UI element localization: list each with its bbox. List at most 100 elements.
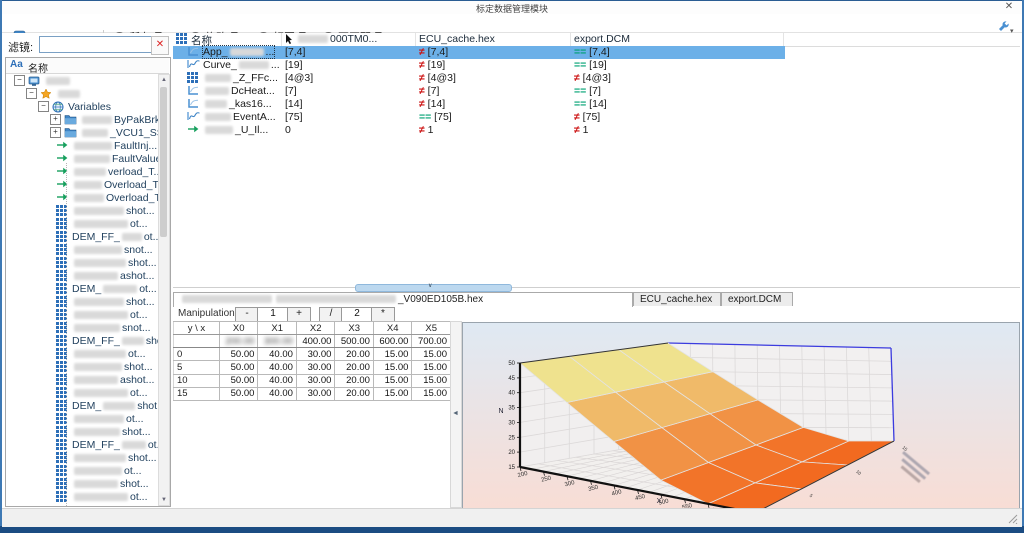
tree-scrollbar-thumb[interactable]	[160, 87, 167, 237]
map-cell[interactable]: 15.00	[412, 348, 451, 361]
map-cell[interactable]: 50.00	[219, 374, 258, 387]
tree-item[interactable]: ot...	[56, 464, 142, 477]
tree-item[interactable]: −	[26, 87, 82, 100]
tree-item[interactable]: ot...	[56, 490, 148, 503]
column-separator[interactable]	[783, 33, 784, 46]
tree-item[interactable]: Overload_T...	[56, 178, 158, 191]
tree-item[interactable]: shot...	[56, 204, 155, 217]
tree-item[interactable]: shot...	[56, 360, 153, 373]
tab-export-dcm[interactable]: export.DCM	[721, 292, 793, 306]
map-y-label[interactable]: 5	[174, 361, 220, 374]
tree-item[interactable]: DEM_ot...	[56, 282, 157, 295]
tree-item[interactable]: ot...	[56, 412, 144, 425]
tree-item[interactable]: FaultValue	[56, 152, 158, 165]
tree-item[interactable]: +_VCU1_SS	[50, 126, 158, 139]
map-cell[interactable]: 30.00	[296, 387, 335, 400]
scroll-up-icon[interactable]: ▲	[159, 75, 169, 85]
map-cell[interactable]: 50.00	[219, 361, 258, 374]
map-cell[interactable]: 50.00	[219, 387, 258, 400]
increment-button[interactable]: +	[287, 307, 311, 322]
compare-table-row[interactable]: _kas16...[14]≠ [14]== [14]	[173, 98, 1020, 111]
tree-item[interactable]: DEM_FF_ot...	[56, 438, 158, 451]
column-header-export-dcm[interactable]: export.DCM	[574, 33, 630, 45]
compare-table-row[interactable]: EventA...[75]== [75]≠ [75]	[173, 111, 1020, 124]
tree-item[interactable]: +ByPakBrk...	[50, 113, 158, 126]
tree-item[interactable]: verload_T...	[56, 165, 158, 178]
collapse-minus-icon[interactable]: −	[14, 75, 25, 86]
map-x-header[interactable]: X5	[412, 322, 451, 335]
expand-plus-icon[interactable]: +	[50, 127, 61, 138]
surface-chart[interactable]: 1520253035404550N20025030035040045050055…	[462, 322, 1020, 509]
map-cell[interactable]: 30.00	[296, 374, 335, 387]
tree-item[interactable]: shot...	[56, 295, 155, 308]
compare-table-row[interactable]: DcHeat...[7]≠ [7]== [7]	[173, 85, 1020, 98]
map-cell[interactable]: 20.00	[335, 374, 374, 387]
multiply-button[interactable]: *	[371, 307, 395, 322]
scroll-left-icon[interactable]: ◄	[452, 410, 459, 417]
map-cell[interactable]: 15.00	[373, 387, 412, 400]
map-y-label[interactable]: 0	[174, 348, 220, 361]
tree-item[interactable]: ashot...	[56, 373, 154, 386]
compare-table-row[interactable]: _Z_FFc...[4@3]≠ [4@3]≠ [4@3]	[173, 72, 1020, 85]
tree-item[interactable]: snot...	[56, 321, 151, 334]
map-y-label[interactable]: 15	[174, 387, 220, 400]
tab-base-hex-file[interactable]: _V090ED105B.hex	[173, 292, 633, 307]
compare-table-row[interactable]: App_...[7,4]≠ [7,4]== [7,4]	[173, 46, 1020, 59]
map-x-header[interactable]: X0	[219, 322, 258, 335]
map-cell[interactable]: 15.00	[373, 361, 412, 374]
tab-ecu-cache-hex[interactable]: ECU_cache.hex	[633, 292, 721, 306]
tree-item[interactable]: shot...	[56, 451, 157, 464]
column-header-base-file[interactable]: 000TM0...	[296, 33, 377, 45]
map-cell[interactable]: 20.00	[335, 361, 374, 374]
close-icon[interactable]: ✕	[1000, 1, 1018, 14]
compare-table-row[interactable]: _U_Il...0≠ 1≠ 1	[173, 124, 1020, 137]
divide-button[interactable]: /	[319, 307, 343, 322]
tree-item[interactable]: DEM_FF_shot...	[56, 334, 158, 347]
map-cell[interactable]: 15.00	[373, 348, 412, 361]
clear-filter-icon[interactable]: ✕	[151, 36, 169, 55]
map-cell[interactable]: 20.00	[335, 387, 374, 400]
tree-item[interactable]: DEM_FF_ot...	[56, 230, 158, 243]
tree-item[interactable]: snot...	[56, 243, 153, 256]
map-cell[interactable]: 30.00	[296, 348, 335, 361]
map-x-breakpoint[interactable]: 500.00	[335, 335, 374, 348]
tree-item[interactable]: ot...	[56, 347, 146, 360]
tree-item[interactable]: ot...	[56, 308, 148, 321]
map-x-header[interactable]: X4	[373, 322, 412, 335]
map-cell[interactable]: 15.00	[412, 387, 451, 400]
map-cell[interactable]: 20.00	[335, 348, 374, 361]
filter-input[interactable]	[39, 36, 155, 53]
map-y-label[interactable]: 10	[174, 374, 220, 387]
tree-item[interactable]: ashot...	[56, 269, 154, 282]
map-x-header[interactable]: X1	[258, 322, 297, 335]
tree-scrollbar[interactable]: ▲ ▼	[158, 74, 170, 506]
decrement-button[interactable]: -	[235, 307, 259, 322]
map-cell[interactable]: 40.00	[258, 361, 297, 374]
map-x-breakpoint[interactable]: 700.00	[412, 335, 451, 348]
column-separator[interactable]	[281, 33, 282, 46]
map-x-header[interactable]: X3	[335, 322, 374, 335]
tree-item[interactable]: Overload_T...	[56, 191, 158, 204]
tree-item[interactable]: shot...	[56, 425, 151, 438]
map-cell[interactable]: 15.00	[412, 374, 451, 387]
scroll-down-icon[interactable]: ▼	[159, 495, 169, 505]
map-x-header[interactable]: X2	[296, 322, 335, 335]
map-cell[interactable]: 15.00	[373, 374, 412, 387]
factor-value-field[interactable]: 2	[341, 307, 373, 322]
column-header-ecu-cache[interactable]: ECU_cache.hex	[419, 33, 495, 45]
step-value-field[interactable]: 1	[257, 307, 289, 322]
splitter-collapse-handle[interactable]: ∨	[355, 284, 512, 292]
tree-item[interactable]: ot...	[56, 217, 148, 230]
map-cell[interactable]: 50.00	[219, 348, 258, 361]
map-cell[interactable]: 30.00	[296, 361, 335, 374]
map-x-breakpoint[interactable]: 600.00	[373, 335, 412, 348]
settings-wrench-button[interactable]: ▾	[997, 20, 1021, 33]
map-cell[interactable]: 40.00	[258, 387, 297, 400]
resize-grip[interactable]	[1006, 512, 1018, 524]
map-cell[interactable]: 15.00	[412, 361, 451, 374]
column-separator[interactable]	[570, 33, 571, 46]
tree-item[interactable]: −Variables	[38, 100, 111, 113]
compare-table-row[interactable]: Curve_...[19]≠ [19]== [19]	[173, 59, 1020, 72]
map-cell[interactable]: 40.00	[258, 374, 297, 387]
tree-item[interactable]: shot...	[56, 477, 149, 490]
